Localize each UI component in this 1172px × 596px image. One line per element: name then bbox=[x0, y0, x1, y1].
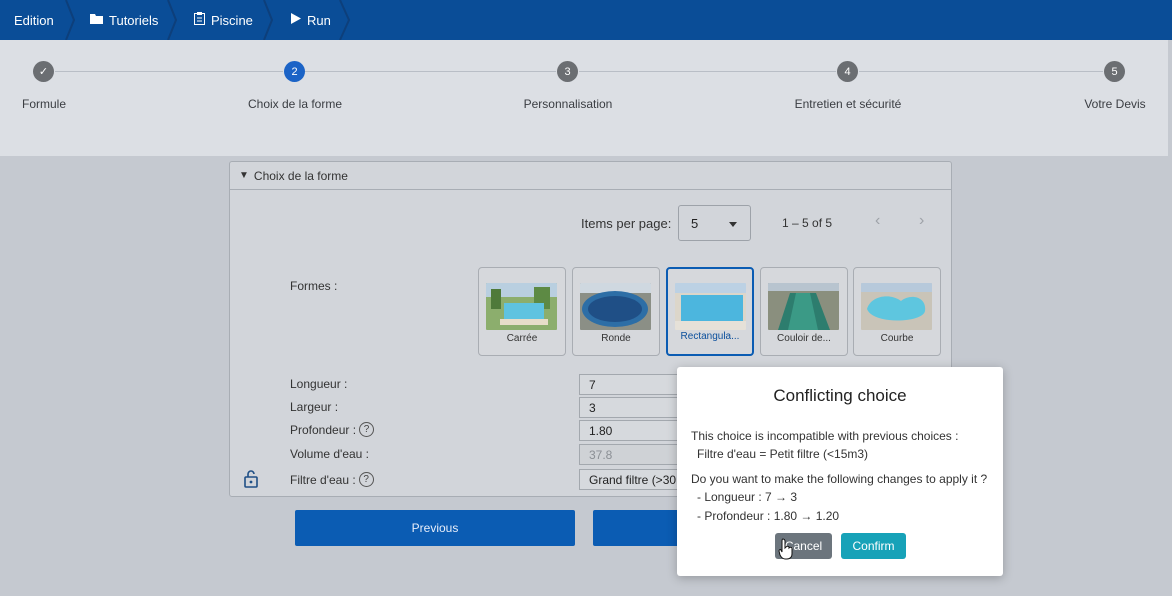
profondeur-label: Profondeur : ? bbox=[290, 422, 375, 437]
shape-label: Courbe bbox=[880, 333, 914, 344]
confirm-button[interactable]: Confirm bbox=[841, 533, 906, 559]
help-icon[interactable]: ? bbox=[359, 422, 375, 437]
shape-label: Carrée bbox=[506, 333, 538, 344]
longueur-input[interactable]: 7 bbox=[579, 374, 679, 395]
pool-rectangular-image bbox=[675, 283, 746, 330]
next-button[interactable] bbox=[593, 510, 683, 546]
prev-page-icon[interactable]: ‹ bbox=[875, 212, 880, 230]
step-label-personnalisation: Personnalisation bbox=[523, 97, 613, 111]
shape-card-couloir[interactable]: Couloir de... bbox=[760, 267, 848, 356]
breadcrumb-label: Edition bbox=[14, 12, 54, 28]
largeur-input[interactable]: 3 bbox=[579, 397, 679, 418]
panel-header[interactable]: ▼ Choix de la forme bbox=[230, 162, 951, 190]
volume-label: Volume d'eau : bbox=[290, 447, 370, 461]
pool-lane-image bbox=[768, 283, 839, 330]
conflict-dialog: Conflicting choice This choice is incomp… bbox=[677, 367, 1003, 576]
pagination-range: 1 – 5 of 5 bbox=[782, 216, 833, 230]
previous-button[interactable]: Previous bbox=[295, 510, 575, 546]
breadcrumb-chevrons bbox=[65, 0, 351, 40]
step-label-entretien: Entretien et sécurité bbox=[794, 97, 902, 111]
shape-card-courbe[interactable]: Courbe bbox=[853, 267, 941, 356]
dialog-title: Conflicting choice bbox=[773, 386, 907, 405]
pool-square-image bbox=[486, 283, 557, 330]
breadcrumb-label: Piscine bbox=[211, 12, 253, 28]
step-connector bbox=[305, 71, 556, 72]
step-label-forme: Choix de la forme bbox=[247, 97, 343, 111]
filtre-select[interactable]: Grand filtre (>30 bbox=[579, 469, 679, 490]
chevron-down-icon bbox=[729, 222, 737, 227]
step-connector bbox=[55, 71, 283, 72]
breadcrumb-item-tutoriels[interactable]: Tutoriels bbox=[90, 0, 158, 40]
volume-input: 37.8 bbox=[579, 444, 679, 465]
folder-icon bbox=[90, 13, 103, 27]
step-2-circle[interactable]: 2 bbox=[284, 61, 305, 82]
step-5-circle[interactable]: 5 bbox=[1104, 61, 1125, 82]
items-per-page-label: Items per page: bbox=[581, 216, 672, 231]
shape-label: Ronde bbox=[601, 333, 631, 344]
breadcrumb-item-run[interactable]: Run bbox=[291, 0, 331, 40]
step-4-circle[interactable]: 4 bbox=[837, 61, 858, 82]
hand-cursor-icon bbox=[778, 538, 793, 560]
shape-card-rectangulaire[interactable]: Rectangula... bbox=[666, 267, 754, 356]
clipboard-icon bbox=[194, 12, 205, 28]
shape-card-ronde[interactable]: Ronde bbox=[572, 267, 660, 356]
panel-title: Choix de la forme bbox=[253, 168, 348, 183]
step-connector bbox=[579, 71, 836, 72]
breadcrumb-item-edition[interactable]: Edition bbox=[14, 0, 54, 40]
help-icon[interactable]: ? bbox=[358, 472, 374, 487]
step-3-circle[interactable]: 3 bbox=[557, 61, 578, 82]
formes-label: Formes : bbox=[290, 279, 338, 293]
step-connector bbox=[859, 71, 1103, 72]
profondeur-input[interactable]: 1.80 bbox=[579, 420, 679, 441]
dialog-message: This choice is incompatible with previou… bbox=[691, 429, 959, 443]
dialog-question: Do you want to make the following change… bbox=[691, 472, 988, 486]
largeur-label: Largeur : bbox=[290, 400, 339, 414]
play-icon bbox=[291, 13, 301, 27]
shape-label: Rectangula... bbox=[680, 331, 740, 342]
shape-card-carree[interactable]: Carrée bbox=[478, 267, 566, 356]
items-per-page-select[interactable]: 5 bbox=[678, 205, 751, 241]
dialog-conflict-detail: Filtre d'eau = Petit filtre (<15m3) bbox=[697, 447, 869, 461]
pool-round-image bbox=[580, 283, 651, 330]
pool-curved-image bbox=[861, 283, 932, 330]
dialog-change-longueur: - Longueur : 7 → 3 bbox=[697, 490, 798, 504]
dialog-change-profondeur: - Profondeur : 1.80 → 1.20 bbox=[697, 509, 840, 523]
longueur-label: Longueur : bbox=[290, 377, 348, 391]
shape-label: Couloir de... bbox=[777, 333, 831, 344]
step-1-check-icon[interactable]: ✓ bbox=[33, 61, 54, 82]
unlock-icon[interactable] bbox=[244, 470, 258, 488]
collapse-triangle-icon: ▼ bbox=[239, 170, 249, 181]
breadcrumb-item-piscine[interactable]: Piscine bbox=[194, 0, 253, 40]
filtre-label: Filtre d'eau : ? bbox=[290, 472, 374, 487]
items-per-page-value: 5 bbox=[691, 216, 699, 231]
breadcrumb-label: Run bbox=[307, 12, 331, 28]
step-label-formule: Formule bbox=[21, 97, 67, 111]
breadcrumb-label: Tutoriels bbox=[109, 12, 159, 28]
breadcrumb: Edition Tutoriels Piscine Run bbox=[0, 0, 1172, 40]
step-label-devis: Votre Devis bbox=[1084, 97, 1146, 111]
next-page-icon[interactable]: › bbox=[919, 212, 924, 230]
